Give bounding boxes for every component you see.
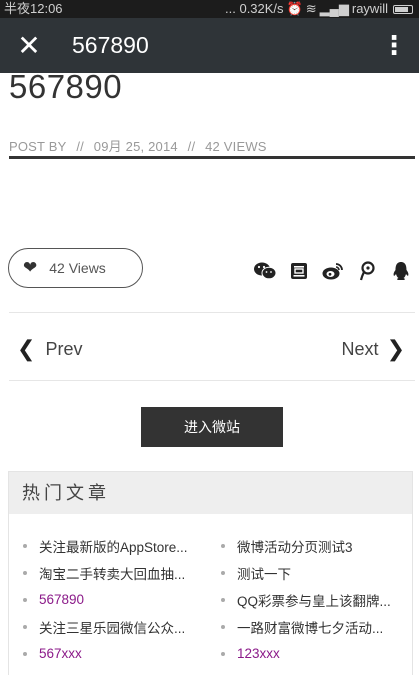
hot-article-label: 关注最新版的AppStore... [39,539,188,555]
weibo-icon[interactable] [321,260,345,282]
hot-article-link[interactable]: 关注三星乐园微信公众... [23,613,221,640]
hot-article-link[interactable]: 淘宝二手转卖大回血抽... [23,559,221,586]
hot-article-link[interactable]: QQ彩票参与皇上该翻牌... [221,586,419,613]
hot-article-link[interactable]: 一路财富微博七夕活动... [221,613,419,640]
share-bar [253,260,413,282]
status-right: ... 0.32K/s ⏰ ≋ ▂▄▆ raywill [225,0,413,18]
battery-icon [393,4,413,14]
hot-articles-heading: 热门文章 [9,472,412,514]
douban-icon[interactable] [287,260,311,282]
bullet-icon [221,570,225,575]
app-bar: ✕ 567890 ⋮ [0,18,419,73]
hot-article-label: 123xxx [237,646,280,661]
hot-article-link[interactable]: 123xxx [221,640,419,667]
meta-separator: // [187,139,196,154]
hot-article-label: 淘宝二手转卖大回血抽... [39,566,186,582]
carrier-name: raywill [351,1,388,16]
bullet-icon [23,570,27,575]
bullet-icon [23,543,27,548]
hot-article-link[interactable]: 关注最新版的AppStore... [23,532,221,559]
views-button[interactable]: ❤ 42 Views [8,248,143,288]
tencent-weibo-icon[interactable] [355,260,379,282]
hot-article-link[interactable]: 567xxx [23,640,221,667]
status-bar: 半夜12:06 ... 0.32K/s ⏰ ≋ ▂▄▆ raywill [0,0,419,18]
hot-article-label: 567xxx [39,646,82,661]
bullet-icon [221,651,225,656]
prev-link[interactable]: ❮ Prev [17,336,82,362]
heart-icon: ❤ [23,258,38,277]
network-speed: ... 0.32K/s [225,1,284,16]
close-icon[interactable]: ✕ [0,18,58,73]
qq-icon[interactable] [389,260,413,282]
status-time: 半夜12:06 [4,1,63,16]
hot-articles-panel: 热门文章 关注最新版的AppStore... 微博活动分页测试3 淘宝二手转卖大回血… [8,471,413,675]
chevron-left-icon: ❮ [17,336,36,361]
hot-article-link[interactable]: 567890 [23,586,221,613]
hot-article-label: 关注三星乐园微信公众... [39,620,186,636]
hot-article-label: 一路财富微博七夕活动... [237,620,384,636]
bullet-icon [23,624,27,629]
app-bar-title: 567890 [72,32,149,58]
post-views: 42 VIEWS [205,139,267,154]
hot-article-label: 测试一下 [237,566,291,582]
post-date: 09月 25, 2014 [93,139,178,154]
signal-icon: ▂▄▆ [319,1,349,16]
bullet-icon [221,624,225,629]
next-link[interactable]: Next ❯ [342,336,405,362]
bullet-icon [23,651,27,656]
views-count: 42 Views [49,260,106,276]
hot-articles-list: 关注最新版的AppStore... 微博活动分页测试3 淘宝二手转卖大回血抽... 测… [9,514,412,667]
bullet-icon [23,597,27,602]
alarm-icon: ⏰ [286,1,303,16]
wechat-icon[interactable] [253,260,277,282]
hot-article-link[interactable]: 测试一下 [221,559,419,586]
chevron-right-icon: ❯ [386,336,405,361]
meta-separator: // [76,139,84,154]
hot-article-label: 567890 [39,592,85,607]
post-meta: POST BY // 09月 25, 2014 // 42 VIEWS [9,136,273,155]
post-by-label: POST BY [9,139,67,154]
bullet-icon [221,597,225,602]
more-options-icon[interactable]: ⋮ [369,30,419,61]
divider [9,380,415,381]
hot-article-label: QQ彩票参与皇上该翻牌... [237,593,391,609]
bullet-icon [221,543,225,548]
divider [9,312,415,313]
hot-article-label: 微博活动分页测试3 [237,539,353,555]
title-divider [9,156,415,159]
next-label: Next [341,338,379,359]
post-title: 567890 [9,68,123,105]
hot-article-link[interactable]: 微博活动分页测试3 [221,532,419,559]
prev-label: Prev [45,338,83,359]
wifi-icon: ≋ [305,1,317,16]
enter-microsite-button[interactable]: 进入微站 [141,407,283,447]
